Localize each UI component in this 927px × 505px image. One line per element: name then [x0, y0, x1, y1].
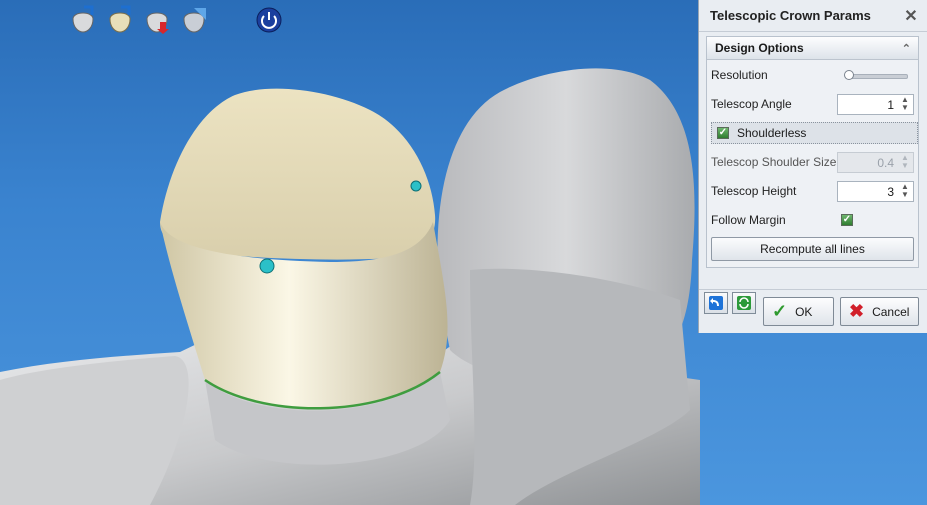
telescopic-crown-params-dialog: Telescopic Crown Params ✕ Design Options…: [698, 0, 927, 333]
telescop-height-spinbox[interactable]: 3 ▲ ▼: [837, 180, 914, 202]
close-icon[interactable]: ✕: [904, 6, 918, 26]
cancel-x-icon: ✖: [849, 301, 865, 321]
redo-button[interactable]: [732, 292, 756, 314]
telescop-angle-label: Telescop Angle: [711, 97, 792, 111]
spin-arrows-icon[interactable]: ▲ ▼: [899, 182, 911, 200]
tooth-download-icon[interactable]: [142, 5, 172, 35]
undo-button[interactable]: [704, 292, 728, 314]
resolution-slider[interactable]: [844, 69, 908, 81]
cancel-label: Cancel: [872, 304, 910, 319]
spin-arrows-icon: ▲ ▼: [901, 152, 909, 170]
telescop-angle-value[interactable]: 1: [887, 98, 894, 112]
tooth-scan-export-icon[interactable]: [68, 5, 98, 35]
ok-button[interactable]: ✓ OK: [763, 297, 834, 326]
collapse-chevron-icon[interactable]: ⌃: [902, 42, 911, 55]
left-tooth-model: [0, 356, 189, 505]
dialog-title: Telescopic Crown Params: [710, 8, 871, 23]
slider-thumb[interactable]: [844, 70, 854, 80]
shoulder-size-spinbox: 0.4 ▲ ▼: [837, 151, 914, 173]
ok-label: OK: [795, 304, 813, 319]
shoulderless-checkbox[interactable]: ✓: [717, 127, 729, 139]
shoulder-size-value: 0.4: [877, 155, 894, 170]
telescopic-crown-top: [160, 88, 436, 260]
cancel-button[interactable]: ✖ Cancel: [840, 297, 919, 326]
shoulder-size-label: Telescop Shoulder Size: [711, 155, 837, 169]
telescop-height-value[interactable]: 3: [887, 185, 894, 199]
resolution-label: Resolution: [711, 68, 768, 82]
dialog-title-bar[interactable]: Telescopic Crown Params ✕: [699, 0, 927, 32]
telescop-angle-spinbox[interactable]: 1 ▲ ▼: [837, 93, 914, 115]
shoulderless-checkbox-row[interactable]: ✓ Shoulderless: [711, 122, 918, 144]
tooth-crown-export-icon[interactable]: [105, 5, 135, 35]
spin-arrows-icon[interactable]: ▲ ▼: [899, 95, 911, 113]
control-point[interactable]: [259, 258, 275, 274]
power-icon[interactable]: [254, 5, 284, 35]
undo-icon: [709, 296, 723, 310]
shoulder-size-row: Telescop Shoulder Size 0.4 ▲ ▼: [711, 151, 914, 173]
design-options-header[interactable]: Design Options ⌃: [707, 37, 918, 60]
recompute-all-lines-button[interactable]: Recompute all lines: [711, 237, 914, 261]
tooth-gradient-icon[interactable]: [179, 5, 209, 35]
control-point[interactable]: [410, 180, 422, 192]
group-title: Design Options: [715, 41, 804, 55]
refresh-icon: [737, 296, 751, 310]
follow-margin-checkbox[interactable]: ✓: [841, 214, 853, 226]
telescop-angle-row: Telescop Angle 1 ▲ ▼: [711, 93, 914, 115]
design-options-group: Design Options ⌃ Resolution Telescop Ang…: [706, 36, 919, 268]
follow-margin-label: Follow Margin: [711, 213, 786, 227]
slider-track[interactable]: [848, 74, 908, 79]
dialog-divider: [699, 289, 927, 290]
resolution-row: Resolution: [711, 64, 914, 86]
telescop-height-label: Telescop Height: [711, 184, 797, 198]
checkmark-icon: ✓: [772, 301, 788, 321]
shoulderless-label: Shoulderless: [737, 126, 807, 140]
telescop-height-row: Telescop Height 3 ▲ ▼: [711, 180, 914, 202]
follow-margin-row: Follow Margin ✓: [711, 209, 914, 231]
